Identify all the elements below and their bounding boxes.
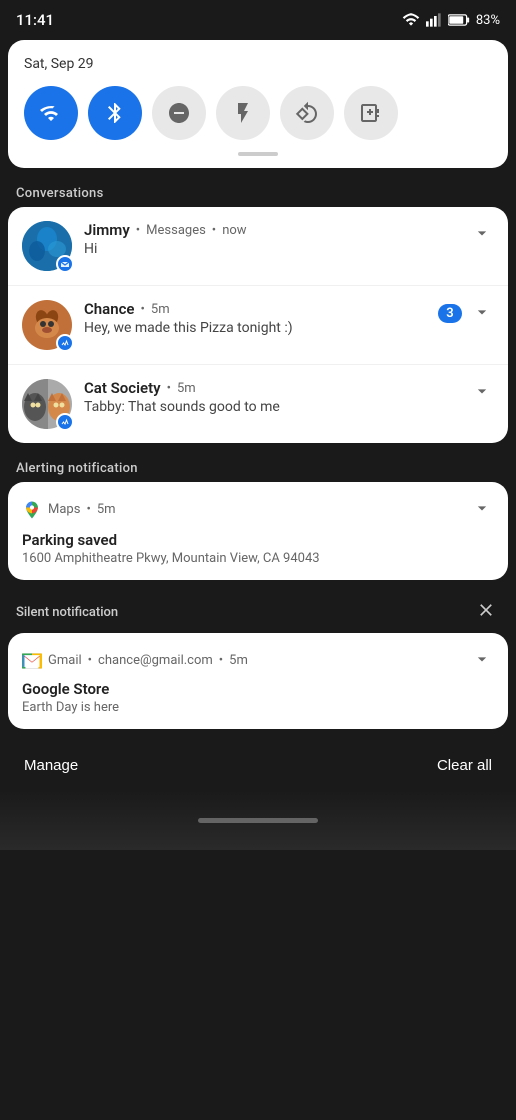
gmail-expand-button[interactable] [470,647,494,674]
chance-name: Chance [84,300,135,318]
gmail-notification-card[interactable]: Gmail • chance@gmail.com • 5m Google Sto… [8,633,508,729]
chance-badge-count: 3 [438,304,462,323]
status-time: 11:41 [16,11,54,29]
chance-app-badge [56,334,74,352]
signal-status-icon [426,13,442,27]
cat-society-expand-button[interactable] [470,379,494,406]
cat-society-actions [470,379,494,406]
manage-button[interactable]: Manage [24,757,78,774]
alert-title: Parking saved [22,531,494,549]
gmail-app-name: Gmail [48,653,82,668]
clear-all-button[interactable]: Clear all [437,757,492,774]
cat-society-content: Cat Society • 5m Tabby: That sounds good… [84,379,462,415]
gmail-title: Google Store [22,680,494,698]
status-bar: 11:41 83% [0,0,516,36]
status-icons: 83% [402,13,500,28]
jimmy-message: Hi [84,241,462,257]
maps-app-icon [22,500,42,520]
conversation-chance[interactable]: Chance • 5m Hey, we made this Pizza toni… [8,286,508,365]
alert-chevron-icon [472,498,492,518]
gmail-app-icon [22,651,42,671]
flashlight-icon [231,101,255,125]
qs-buttons [24,86,492,140]
gmail-dot2: • [219,653,223,668]
rotate-icon [295,101,319,125]
chance-dot: • [141,302,145,317]
chance-avatar [22,300,72,350]
battery-status-icon [448,14,470,26]
alert-app-info: Maps • 5m [22,500,470,520]
alerting-notification-card[interactable]: Maps • 5m Parking saved 1600 Amphitheatr… [8,482,508,580]
gmail-chevron-icon [472,649,492,669]
jimmy-chevron-icon [472,223,492,243]
dnd-icon [167,101,191,125]
conversation-cat-society[interactable]: Cat Society • 5m Tabby: That sounds good… [8,365,508,443]
cat-society-avatar [22,379,72,429]
gmail-body: Earth Day is here [22,700,494,715]
qs-dnd-button[interactable] [152,86,206,140]
alerting-section-label: Alerting notification [0,451,516,482]
alert-expand-button[interactable] [470,496,494,523]
silent-close-button[interactable] [472,598,500,627]
bluetooth-icon [103,101,127,125]
bottom-blur-area [0,790,516,850]
alert-header: Maps • 5m [22,496,494,523]
jimmy-avatar [22,221,72,271]
qs-flashlight-button[interactable] [216,86,270,140]
cat-society-app-badge [56,413,74,431]
gmail-app-info: Gmail • chance@gmail.com • 5m [22,651,470,671]
chance-time: 5m [151,302,170,317]
silent-close-icon [476,600,496,620]
bottom-bar: Manage Clear all [0,737,516,790]
jimmy-dot: • [136,223,140,238]
battery-saver-icon [359,101,383,125]
jimmy-actions [470,221,494,248]
jimmy-content: Jimmy • Messages • now Hi [84,221,462,257]
jimmy-name: Jimmy [84,221,130,239]
jimmy-dot2: • [212,223,216,238]
battery-percentage: 83% [476,13,500,28]
alert-body: 1600 Amphitheatre Pkwy, Mountain View, C… [22,551,494,566]
conversation-jimmy[interactable]: Jimmy • Messages • now Hi [8,207,508,286]
wifi-icon [39,101,63,125]
chance-content: Chance • 5m Hey, we made this Pizza toni… [84,300,430,336]
chance-actions: 3 [438,300,494,327]
conversations-card: Jimmy • Messages • now Hi [8,207,508,443]
home-indicator [198,818,318,823]
chance-chevron-icon [472,302,492,322]
conversations-section-label: Conversations [0,176,516,207]
chance-message: Hey, we made this Pizza tonight :) [84,320,430,336]
qs-handle [238,152,278,156]
qs-date: Sat, Sep 29 [24,56,492,72]
cat-society-name: Cat Society [84,379,161,397]
cat-dot: • [167,381,171,396]
silent-section-label: Silent notification [16,605,118,620]
quick-settings-panel: Sat, Sep 29 [8,40,508,168]
qs-rotate-button[interactable] [280,86,334,140]
qs-battery-saver-button[interactable] [344,86,398,140]
gmail-dot1: • [88,653,92,668]
alert-time: 5m [97,502,116,517]
qs-wifi-button[interactable] [24,86,78,140]
silent-notification-section: Silent notification [0,588,516,633]
gmail-header: Gmail • chance@gmail.com • 5m [22,647,494,674]
jimmy-time: now [222,223,246,238]
chance-expand-button[interactable] [470,300,494,327]
cat-society-chevron-icon [472,381,492,401]
cat-society-message: Tabby: That sounds good to me [84,399,462,415]
jimmy-app-badge [56,255,74,273]
wifi-status-icon [402,13,420,27]
gmail-email: chance@gmail.com [98,653,213,668]
qs-bluetooth-button[interactable] [88,86,142,140]
jimmy-app: Messages [146,223,206,238]
alert-app-name: Maps [48,502,80,517]
gmail-time: 5m [229,653,248,668]
cat-time: 5m [177,381,196,396]
alert-dot: • [86,502,90,517]
jimmy-expand-button[interactable] [470,221,494,248]
